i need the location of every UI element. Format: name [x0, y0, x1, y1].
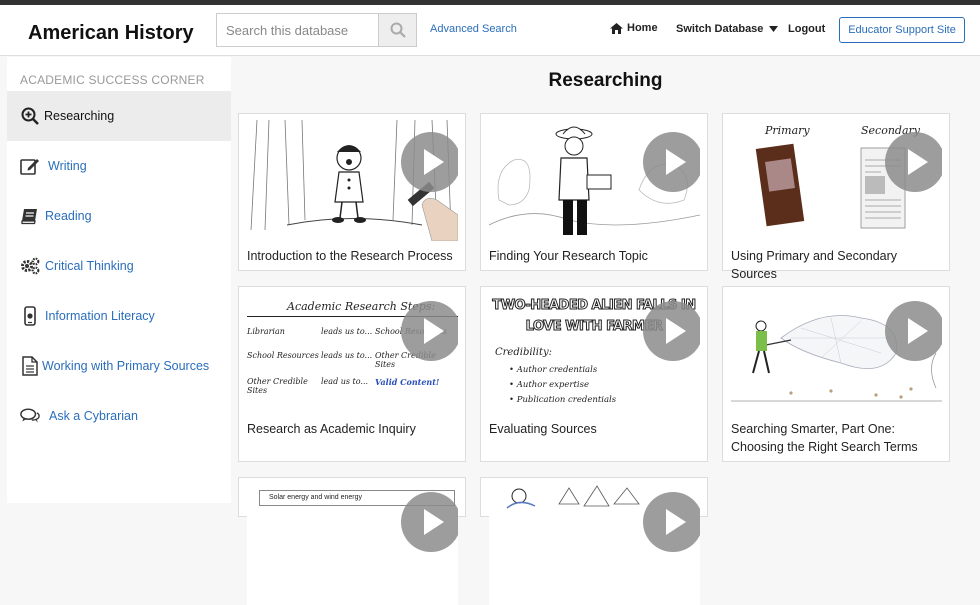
sidebar: ACADEMIC SUCCESS CORNER Researching Writ… — [7, 57, 231, 503]
page-title: Researching — [548, 70, 663, 91]
play-icon — [643, 301, 700, 361]
search-button[interactable] — [378, 14, 416, 46]
sidebar-item-ask-cybrarian[interactable]: Ask a Cybrarian — [7, 391, 231, 441]
video-thumbnail — [731, 293, 942, 414]
video-title: Finding Your Research Topic — [489, 249, 648, 263]
thumb-bullet: • Author credentials — [509, 365, 598, 375]
sidebar-item-label: Critical Thinking — [45, 259, 134, 273]
thumb-heading: Credibility: — [495, 347, 552, 358]
sidebar-item-label: Writing — [48, 159, 87, 173]
video-thumbnail: Academic Research Steps: Librarian leads… — [247, 293, 458, 414]
chat-bubbles-icon — [20, 406, 40, 426]
book-icon — [20, 206, 40, 226]
thumb-cell: leads us to... — [321, 351, 373, 360]
sidebar-item-information-literacy[interactable]: Information Literacy — [7, 291, 231, 341]
play-icon — [885, 301, 942, 361]
video-thumbnail — [247, 120, 458, 241]
thumb-bullet-text: Author credentials — [516, 365, 598, 375]
video-title: Using Primary and Secondary Sources — [731, 249, 898, 281]
video-thumbnail: Primary Secondary — [731, 120, 942, 241]
play-icon — [643, 492, 700, 552]
sidebar-item-label: Researching — [44, 109, 115, 123]
gears-icon — [20, 256, 40, 276]
play-icon — [401, 492, 458, 552]
thumb-bullet: • Publication credentials — [509, 395, 617, 405]
video-title: Introduction to the Research Process — [247, 249, 453, 263]
sidebar-item-reading[interactable]: Reading — [7, 191, 231, 241]
thumb-bullet-text: Author expertise — [516, 380, 589, 390]
play-icon — [401, 301, 458, 361]
sidebar-item-label: Reading — [45, 209, 92, 223]
app-title[interactable]: American History — [28, 22, 194, 45]
search-box — [216, 13, 417, 47]
mobile-device-icon — [20, 306, 40, 326]
sidebar-item-label: Information Literacy — [45, 309, 155, 323]
switch-database-dropdown[interactable]: Switch Database — [676, 23, 779, 35]
sidebar-item-primary-sources[interactable]: Working with Primary Sources — [7, 341, 231, 391]
video-card[interactable]: Solar energy and wind energy — [238, 477, 466, 605]
video-card[interactable]: Introduction to the Research Process — [238, 113, 466, 271]
video-card[interactable]: Academic Research Steps: Librarian leads… — [238, 286, 466, 462]
header: American History Advanced Search Home Sw… — [0, 5, 980, 56]
pencil-square-icon — [20, 156, 40, 176]
logout-link[interactable]: Logout — [788, 23, 825, 35]
thumb-bullet: • Author expertise — [509, 380, 589, 390]
video-title: Searching Smarter, Part One: Choosing th… — [731, 422, 918, 454]
play-icon — [643, 132, 700, 192]
home-icon — [610, 22, 623, 34]
sidebar-item-label: Working with Primary Sources — [42, 359, 210, 373]
thumb-cell: lead us to... — [321, 377, 369, 386]
search-icon — [390, 22, 406, 38]
video-thumbnail: Solar energy and wind energy — [247, 484, 458, 605]
switch-database-label: Switch Database — [676, 23, 764, 35]
home-link[interactable]: Home — [610, 22, 658, 34]
educator-support-button[interactable]: Educator Support Site — [839, 17, 965, 43]
video-thumbnail — [489, 484, 700, 605]
caret-down-icon — [769, 26, 779, 32]
video-card[interactable]: Searching Smarter, Part One: Choosing th… — [722, 286, 950, 462]
video-title: Evaluating Sources — [489, 422, 597, 436]
sidebar-heading: ACADEMIC SUCCESS CORNER — [20, 73, 205, 87]
video-card[interactable]: Primary Secondary Using Primary and Seco… — [722, 113, 950, 281]
magnifier-plus-icon — [20, 106, 40, 126]
sidebar-item-critical-thinking[interactable]: Critical Thinking — [7, 241, 231, 291]
video-card[interactable] — [480, 477, 708, 605]
sidebar-item-label: Ask a Cybrarian — [49, 409, 138, 423]
thumb-cell: School Resources — [247, 351, 319, 360]
thumb-cell: leads us to... — [321, 327, 373, 336]
thumb-cell: Other Credible Sites — [247, 377, 308, 395]
document-icon — [20, 356, 40, 376]
sidebar-item-writing[interactable]: Writing — [7, 141, 231, 191]
sidebar-item-researching[interactable]: Researching — [7, 91, 231, 141]
search-input[interactable] — [217, 14, 380, 46]
video-title: Research as Academic Inquiry — [247, 422, 416, 436]
home-label: Home — [627, 22, 658, 34]
advanced-search-link[interactable]: Advanced Search — [430, 23, 517, 35]
play-icon — [885, 132, 942, 192]
video-thumbnail: TWO-HEADED ALIEN FALLS IN LOVE WITH FARM… — [489, 293, 700, 414]
play-icon — [401, 132, 458, 192]
video-card[interactable]: TWO-HEADED ALIEN FALLS IN LOVE WITH FARM… — [480, 286, 708, 462]
thumb-bullet-text: Publication credentials — [516, 395, 617, 405]
thumb-cell: Valid Content! — [375, 377, 440, 387]
thumb-cell: Librarian — [247, 327, 285, 336]
video-thumbnail — [489, 120, 700, 241]
video-card[interactable]: Finding Your Research Topic — [480, 113, 708, 271]
